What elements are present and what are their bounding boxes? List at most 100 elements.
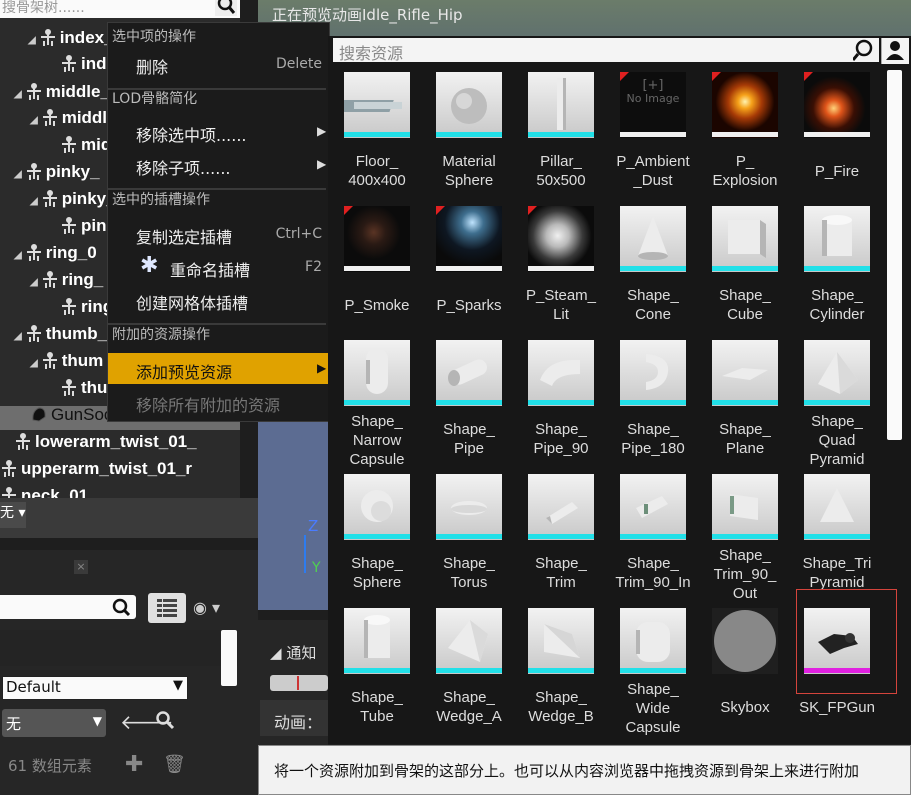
asset-tile[interactable]: Shape_ Plane <box>712 340 802 472</box>
tree-search-placeholder: 搜骨架树...... <box>2 0 85 16</box>
menu-item[interactable]: 添加预览资源 <box>136 359 232 383</box>
asset-thumbnail <box>436 608 502 674</box>
menu-item[interactable]: 删除 <box>136 54 168 78</box>
search-icon[interactable] <box>215 0 237 16</box>
expand-arrow-icon[interactable]: ◢ <box>14 250 22 261</box>
asset-tile[interactable]: P_ Explosion <box>712 72 802 204</box>
details-scrollbar[interactable] <box>221 630 237 686</box>
add-element-icon[interactable]: ✚ <box>125 752 143 777</box>
asset-tile[interactable]: Shape_ Quad Pyramid <box>804 340 894 472</box>
expand-arrow-icon[interactable]: ◢ <box>14 89 22 100</box>
menu-item[interactable]: 复制选定插槽 <box>136 224 232 248</box>
user-icon <box>886 41 904 60</box>
asset-label: Shape_ Quad Pyramid <box>809 413 865 468</box>
menu-item[interactable]: 创建网格体插槽 <box>136 290 248 314</box>
search-icon[interactable] <box>851 39 877 66</box>
tree-row[interactable]: ◢ index_ <box>28 28 114 54</box>
submenu-arrow-icon: ▶ <box>317 124 327 138</box>
asset-tile[interactable]: Shape_ Wedge_B <box>528 608 618 740</box>
asset-tile[interactable]: Shape_ Tube <box>344 608 434 740</box>
asset-tile[interactable]: Shape_ Trim_90_In <box>615 474 710 606</box>
tree-row[interactable]: lowerarm_twist_01_ <box>14 432 197 458</box>
asset-tile[interactable]: Shape_ Wide Capsule <box>620 608 710 740</box>
notifications-tab[interactable]: ◢ 通知 <box>270 642 316 663</box>
asset-thumbnail <box>712 608 778 674</box>
asset-tile[interactable]: Skybox <box>712 608 802 740</box>
tree-row[interactable]: ◢ pinky_ <box>14 162 100 188</box>
asset-tile[interactable]: Shape_ Cube <box>712 206 802 338</box>
asset-type-corner <box>528 206 537 215</box>
asset-type-bar <box>436 400 502 405</box>
asset-tile[interactable]: No Image [+] P_Ambient _Dust <box>616 72 710 204</box>
close-icon[interactable]: × <box>74 560 88 574</box>
browse-icon[interactable] <box>155 710 175 735</box>
asset-tile[interactable]: Shape_ Sphere <box>344 474 434 606</box>
asset-tile[interactable]: Shape_ Pipe <box>436 340 526 472</box>
user-filter-button[interactable] <box>881 38 909 64</box>
asset-tile[interactable]: Shape_ Pipe_180 <box>620 340 710 472</box>
left-toolbar <box>0 498 258 538</box>
grid-view-button[interactable] <box>148 593 186 623</box>
delete-icon[interactable]: 🗑 <box>163 754 186 775</box>
menu-shortcut: Ctrl+C <box>275 226 322 242</box>
asset-label: Floor_ 400x400 <box>348 153 406 189</box>
asset-type-bar <box>804 132 870 137</box>
asset-tile[interactable]: Material Sphere <box>436 72 526 204</box>
default-select[interactable]: Default ▼ <box>2 676 188 700</box>
asset-tile[interactable]: Shape_ Pipe_90 <box>528 340 618 472</box>
asset-tile[interactable]: Floor_ 400x400 <box>335 72 434 204</box>
bone-icon <box>41 270 59 288</box>
asset-type-bar <box>528 668 594 673</box>
expand-arrow-icon[interactable]: ◢ <box>14 169 22 180</box>
expand-arrow-icon[interactable]: ◢ <box>30 115 38 126</box>
asset-tile[interactable]: Shape_ Narrow Capsule <box>344 340 434 472</box>
asset-thumbnail: No Image [+] <box>620 72 686 138</box>
expand-arrow-icon[interactable]: ◢ <box>30 196 38 207</box>
tree-row[interactable]: ◢ ring_0 <box>14 243 97 269</box>
asset-tile[interactable]: P_Sparks <box>436 206 526 338</box>
expand-arrow-icon[interactable]: ◢ <box>28 35 36 46</box>
search-icon <box>112 598 131 617</box>
bone-icon <box>25 82 43 100</box>
asset-tile[interactable]: P_Smoke <box>344 206 434 338</box>
tree-row-label: pinky_ <box>45 162 100 181</box>
menu-item[interactable]: 重命名插槽 <box>170 257 250 281</box>
left-toolbar-dropdown[interactable]: 无 ▾ <box>0 502 26 528</box>
asset-tile[interactable]: P_Steam_ Lit <box>526 206 618 338</box>
menu-item[interactable]: 移除子项...... <box>136 155 231 179</box>
asset-tile[interactable]: Shape_ Cone <box>620 206 710 338</box>
expand-arrow-icon[interactable]: ◢ <box>30 358 38 369</box>
tree-search-input[interactable]: 搜骨架树...... <box>0 0 240 18</box>
asset-thumbnail <box>528 206 594 272</box>
tree-row-label: thum <box>61 351 104 370</box>
asset-thumbnail <box>436 206 502 272</box>
expand-arrow-icon[interactable]: ◢ <box>14 331 22 342</box>
asset-tile[interactable]: P_Fire <box>804 72 894 204</box>
asset-tile[interactable]: Shape_ Wedge_A <box>436 608 526 740</box>
none-select[interactable]: 无 ▼ <box>2 709 106 737</box>
menu-item[interactable]: 移除选中项...... <box>136 122 247 146</box>
asset-tile[interactable]: Shape_ Trim <box>528 474 618 606</box>
tree-row[interactable]: ◢ middle_ <box>14 82 110 108</box>
asset-search-input[interactable] <box>333 38 879 62</box>
anim-label: 动画： <box>274 713 323 732</box>
asset-tile[interactable]: Shape_ Trim_90_ Out <box>712 474 802 606</box>
tree-row-label: middle_ <box>45 82 110 101</box>
details-search-input[interactable] <box>0 595 136 619</box>
asset-tile[interactable]: Shape_Tri Pyramid <box>803 474 894 606</box>
tree-row[interactable]: ◢ ring_ <box>30 270 103 296</box>
tree-row[interactable]: ◢ thum <box>30 351 103 377</box>
eye-icon[interactable]: ◉ ▾ <box>193 598 220 617</box>
asset-type-bar <box>528 132 594 137</box>
asset-tile[interactable]: Shape_ Torus <box>436 474 526 606</box>
notify-track[interactable] <box>270 675 328 691</box>
tree-row[interactable]: upperarm_twist_01_r <box>0 459 192 485</box>
asset-label: P_Smoke <box>344 297 410 314</box>
asset-tile[interactable]: Pillar_ 50x500 <box>528 72 618 204</box>
asset-tile[interactable]: Shape_ Cylinder <box>804 206 894 338</box>
asset-label: Shape_ Torus <box>443 555 495 591</box>
tree-row[interactable]: ◢ pinky_ <box>30 189 116 215</box>
tree-row[interactable]: ◢ thumb_ <box>14 324 107 350</box>
expand-arrow-icon[interactable]: ◢ <box>30 277 38 288</box>
asset-type-bar <box>804 534 870 539</box>
